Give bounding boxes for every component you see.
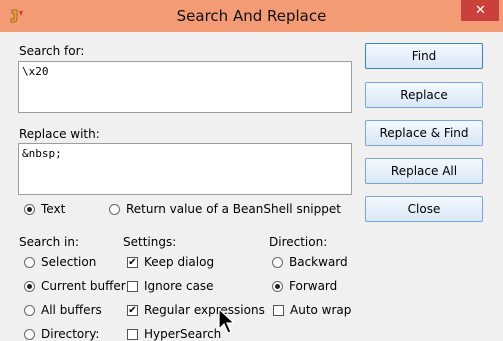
ignore-case-label: Ignore case bbox=[144, 279, 214, 293]
radio-indicator bbox=[24, 280, 35, 292]
checkbox-ignore-case[interactable]: Ignore case bbox=[127, 279, 214, 293]
close-icon: ✕ bbox=[475, 3, 486, 18]
radio-all-buffers-label: All buffers bbox=[41, 303, 102, 317]
checkbox-keep-dialog[interactable]: ✔ Keep dialog bbox=[127, 255, 214, 269]
radio-search-directory[interactable]: Directory: bbox=[24, 327, 99, 341]
search-for-label: Search for: bbox=[19, 44, 85, 58]
window-title: Search And Replace bbox=[176, 7, 327, 25]
close-button[interactable]: Close bbox=[365, 196, 483, 222]
forward-label: Forward bbox=[289, 279, 338, 293]
replace-with-label: Replace with: bbox=[19, 127, 100, 141]
search-in-heading: Search in: bbox=[19, 235, 80, 249]
settings-heading: Settings: bbox=[123, 235, 177, 249]
radio-directory-label: Directory: bbox=[41, 327, 100, 341]
checkbox-auto-wrap[interactable]: Auto wrap bbox=[273, 303, 351, 317]
radio-direction-backward[interactable]: Backward bbox=[272, 255, 348, 269]
radio-indicator bbox=[24, 304, 35, 316]
checkbox-indicator bbox=[273, 304, 284, 316]
radio-beanshell-mode[interactable]: Return value of a BeanShell snippet bbox=[109, 202, 341, 216]
find-button[interactable]: Find bbox=[365, 43, 483, 69]
checkbox-hypersearch[interactable]: HyperSearch bbox=[127, 327, 221, 341]
title-bar: Search And Replace ✕ bbox=[0, 0, 503, 32]
radio-text-label: Text bbox=[41, 202, 66, 216]
radio-selection-label: Selection bbox=[41, 255, 97, 269]
checkbox-indicator bbox=[127, 328, 138, 340]
radio-indicator bbox=[272, 280, 283, 292]
search-for-input[interactable]: \x20 bbox=[18, 61, 352, 113]
replace-and-find-button[interactable]: Replace & Find bbox=[365, 120, 483, 146]
checkbox-indicator: ✔ bbox=[127, 304, 138, 316]
dialog-content: Search for: \x20 Replace with: &nbsp; Te… bbox=[0, 32, 503, 341]
radio-indicator bbox=[109, 203, 120, 215]
checkbox-indicator bbox=[127, 280, 138, 292]
mouse-cursor-icon bbox=[218, 308, 236, 334]
radio-beanshell-label: Return value of a BeanShell snippet bbox=[126, 202, 341, 216]
radio-current-buffer-label: Current buffer bbox=[41, 279, 126, 293]
close-window-button[interactable]: ✕ bbox=[461, 0, 499, 21]
radio-text-mode[interactable]: Text bbox=[24, 202, 65, 216]
radio-search-current-buffer[interactable]: Current buffer bbox=[24, 279, 126, 293]
replace-button[interactable]: Replace bbox=[365, 82, 483, 108]
keep-dialog-label: Keep dialog bbox=[144, 255, 215, 269]
radio-search-selection[interactable]: Selection bbox=[24, 255, 96, 269]
backward-label: Backward bbox=[289, 255, 348, 269]
checkbox-indicator: ✔ bbox=[127, 256, 138, 268]
auto-wrap-label: Auto wrap bbox=[290, 303, 352, 317]
radio-direction-forward[interactable]: Forward bbox=[272, 279, 337, 293]
replace-all-button[interactable]: Replace All bbox=[365, 158, 483, 184]
radio-indicator bbox=[24, 256, 35, 268]
replace-with-input[interactable]: &nbsp; bbox=[18, 143, 352, 195]
regular-expressions-label: Regular expressions bbox=[144, 303, 265, 317]
radio-indicator bbox=[272, 256, 283, 268]
hypersearch-label: HyperSearch bbox=[144, 327, 222, 341]
radio-indicator bbox=[24, 328, 35, 340]
radio-search-all-buffers[interactable]: All buffers bbox=[24, 303, 102, 317]
radio-indicator bbox=[24, 203, 35, 215]
checkbox-regular-expressions[interactable]: ✔ Regular expressions bbox=[127, 303, 265, 317]
direction-heading: Direction: bbox=[269, 235, 328, 249]
